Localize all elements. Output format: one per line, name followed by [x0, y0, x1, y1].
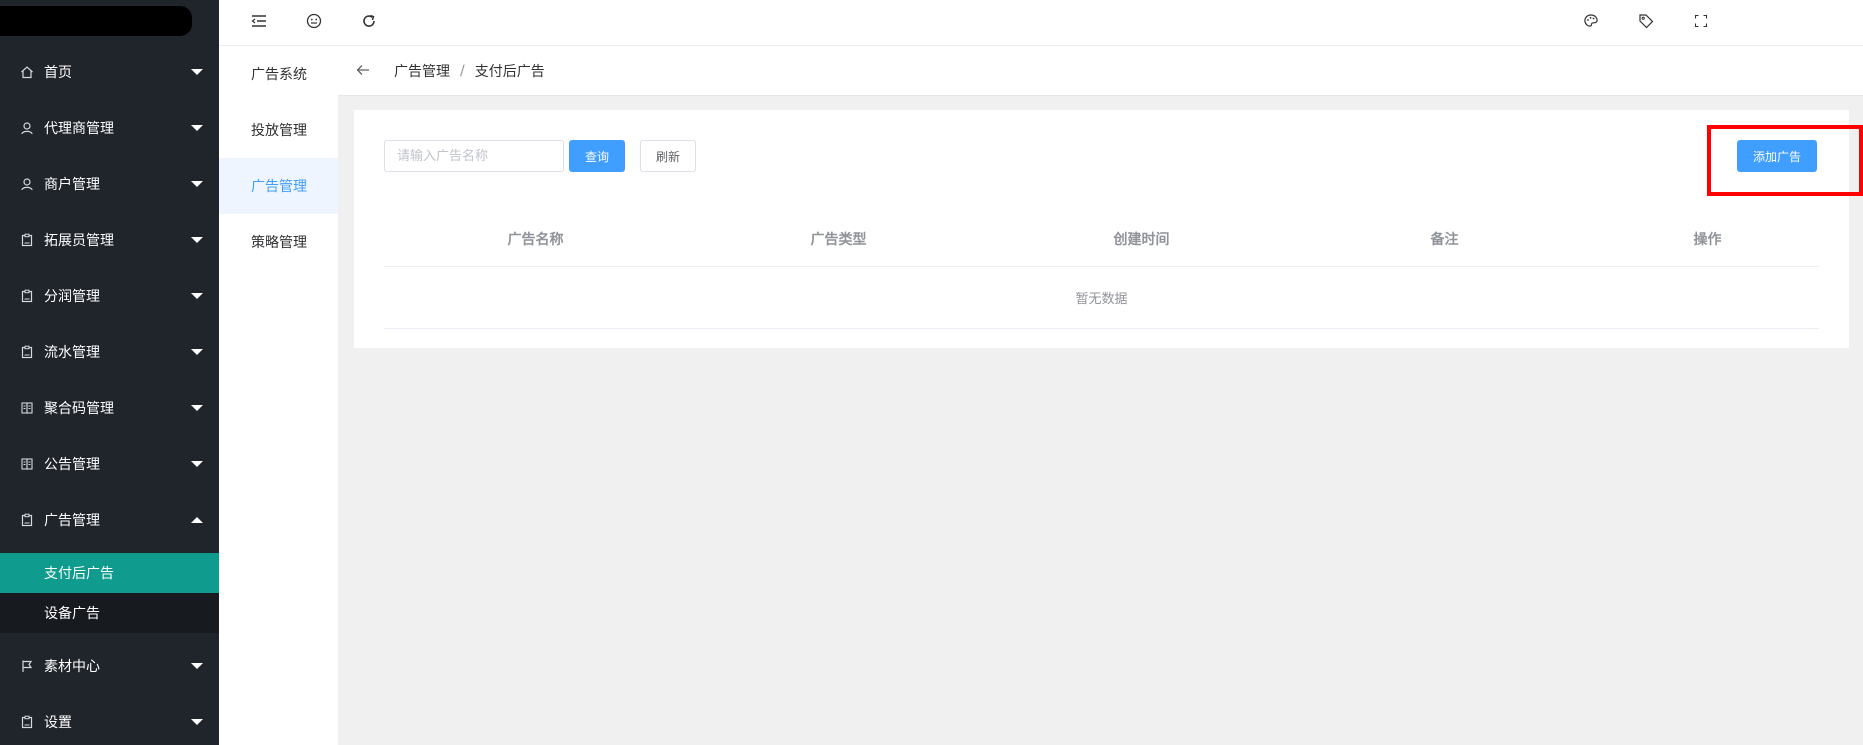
caret-down-icon — [191, 181, 203, 187]
submenu-item-label: 设备广告 — [44, 606, 100, 622]
sidebar-item-label: 分润管理 — [44, 289, 100, 305]
sidebar-item-label: 商户管理 — [44, 177, 100, 193]
breadcrumb-item-current: 支付后广告 — [474, 63, 545, 80]
clipboard-icon — [19, 288, 35, 304]
caret-down-icon — [191, 349, 203, 355]
sidebar-item-profit[interactable]: 分润管理 — [0, 268, 219, 324]
ads-submenu: 支付后广告 设备广告 — [0, 553, 219, 633]
caret-down-icon — [191, 405, 203, 411]
secondary-nav-item-placement[interactable]: 投放管理 — [219, 102, 338, 158]
flag-icon — [19, 658, 35, 674]
query-button[interactable]: 查询 — [569, 140, 625, 172]
clipboard-icon — [19, 512, 35, 528]
secondary-nav-label: 投放管理 — [251, 123, 307, 139]
refresh-button[interactable]: 刷新 — [640, 140, 696, 172]
top-bar — [219, 0, 1863, 46]
caret-down-icon — [191, 237, 203, 243]
breadcrumb-separator: / — [460, 62, 465, 79]
column-header-remark: 备注 — [1430, 231, 1459, 248]
user-icon — [19, 176, 35, 192]
caret-down-icon — [191, 461, 203, 467]
breadcrumb: 广告管理 / 支付后广告 — [338, 46, 1863, 96]
submenu-item-device-ads[interactable]: 设备广告 — [0, 593, 219, 633]
secondary-nav-item-ad-system[interactable]: 广告系统 — [219, 46, 338, 102]
sidebar-item-label: 首页 — [44, 65, 72, 81]
sidebar-item-label: 代理商管理 — [44, 121, 114, 137]
clipboard-icon — [19, 344, 35, 360]
sidebar-item-label: 设置 — [44, 715, 72, 731]
sidebar-item-label: 聚合码管理 — [44, 401, 114, 417]
caret-up-icon — [191, 517, 203, 523]
sidebar-item-merchant[interactable]: 商户管理 — [0, 156, 219, 212]
column-header-created-time: 创建时间 — [1113, 231, 1170, 248]
sidebar-item-agent[interactable]: 代理商管理 — [0, 100, 219, 156]
caret-down-icon — [191, 293, 203, 299]
home-icon — [19, 64, 35, 80]
clipboard-icon — [19, 232, 35, 248]
submenu-item-payment-ads[interactable]: 支付后广告 — [0, 553, 219, 593]
caret-down-icon — [191, 125, 203, 131]
content-card: 查询 刷新 添加广告 广告名称 广告类型 创建时间 备注 操作 暂无数据 — [354, 110, 1863, 348]
document-icon — [19, 456, 35, 472]
sidebar-item-label: 流水管理 — [44, 345, 100, 361]
secondary-nav-item-strategy[interactable]: 策略管理 — [219, 214, 338, 270]
caret-down-icon — [191, 663, 203, 669]
back-arrow-icon[interactable] — [354, 61, 372, 80]
sidebar-item-aggregate-code[interactable]: 聚合码管理 — [0, 380, 219, 436]
search-input[interactable] — [384, 140, 564, 172]
column-header-actions: 操作 — [1693, 231, 1722, 248]
document-icon — [19, 400, 35, 416]
sidebar-item-ads[interactable]: 广告管理 — [0, 492, 219, 548]
sidebar-item-label: 公告管理 — [44, 457, 100, 473]
secondary-nav: 广告系统 投放管理 广告管理 策略管理 — [219, 46, 338, 745]
collapse-menu-icon[interactable] — [248, 10, 270, 32]
sidebar-item-settings[interactable]: 设置 — [0, 694, 219, 745]
secondary-nav-label: 策略管理 — [251, 235, 307, 251]
palette-icon[interactable] — [1580, 10, 1602, 32]
caret-down-icon — [191, 719, 203, 725]
logo[interactable] — [0, 6, 192, 36]
sidebar-item-label: 素材中心 — [44, 659, 100, 675]
sidebar-item-notice[interactable]: 公告管理 — [0, 436, 219, 492]
sidebar-item-flow[interactable]: 流水管理 — [0, 324, 219, 380]
sidebar-item-label: 广告管理 — [44, 513, 100, 529]
tag-icon[interactable] — [1635, 10, 1657, 32]
sidebar-item-promoter[interactable]: 拓展员管理 — [0, 212, 219, 268]
refresh-icon[interactable] — [358, 10, 380, 32]
logo-area — [0, 0, 219, 44]
submenu-item-label: 支付后广告 — [44, 566, 114, 582]
caret-down-icon — [191, 69, 203, 75]
clipboard-icon — [19, 714, 35, 730]
empty-text: 暂无数据 — [1075, 292, 1128, 307]
sidebar-item-material[interactable]: 素材中心 — [0, 638, 219, 694]
user-icon — [19, 120, 35, 136]
table-empty-state: 暂无数据 — [384, 267, 1819, 329]
emoji-icon[interactable] — [303, 10, 325, 32]
column-header-ad-name: 广告名称 — [507, 231, 564, 248]
fullscreen-icon[interactable] — [1690, 10, 1712, 32]
secondary-nav-label: 广告系统 — [251, 67, 307, 83]
table-header: 广告名称 广告类型 创建时间 备注 操作 — [384, 210, 1819, 267]
sidebar: 首页 代理商管理 商户管理 拓展员管理 分润管理 流水管理 聚合码管理 公告管理… — [0, 0, 219, 745]
add-ad-button[interactable]: 添加广告 — [1737, 140, 1817, 172]
secondary-nav-label: 广告管理 — [251, 179, 307, 195]
column-header-ad-type: 广告类型 — [810, 231, 867, 248]
breadcrumb-item-ad-management[interactable]: 广告管理 — [394, 61, 450, 81]
secondary-nav-item-ad-management[interactable]: 广告管理 — [219, 158, 338, 214]
sidebar-item-home[interactable]: 首页 — [0, 44, 219, 100]
sidebar-item-label: 拓展员管理 — [44, 233, 114, 249]
